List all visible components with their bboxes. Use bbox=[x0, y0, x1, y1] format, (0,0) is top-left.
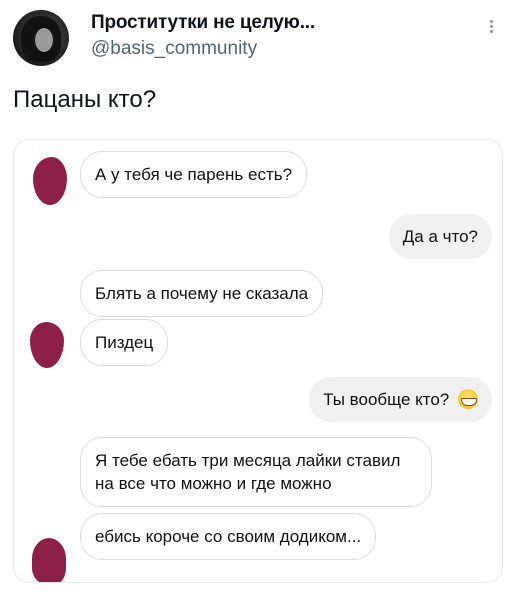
message-text: Да а что? bbox=[402, 227, 478, 246]
message-bubble-outgoing: Да а что? bbox=[388, 214, 492, 259]
message-text: ебись короче со своим додиком... bbox=[95, 527, 362, 546]
message-bubble-incoming: Блять а почему не сказала bbox=[80, 270, 324, 317]
chat-screenshot-media[interactable]: А у тебя че парень есть? Да а что? Блять… bbox=[13, 139, 503, 583]
message-text: А у тебя че парень есть? bbox=[95, 165, 293, 184]
message-bubble-incoming: Я тебе ебать три месяца лайки ставил на … bbox=[80, 437, 432, 507]
more-options-icon[interactable] bbox=[483, 18, 499, 44]
message-text: Ты вообще кто? bbox=[323, 390, 450, 409]
sender-avatar-redacted bbox=[32, 538, 66, 582]
sender-avatar-redacted bbox=[30, 322, 64, 368]
message-text: Я тебе ебать три месяца лайки ставил на … bbox=[95, 451, 401, 493]
tweet-text: Пацаны кто? bbox=[13, 86, 157, 113]
message-bubble-incoming: Пиздец bbox=[80, 319, 169, 366]
message-bubble-incoming: А у тебя че парень есть? bbox=[80, 151, 308, 198]
message-bubble-incoming: ебись короче со своим додиком... bbox=[80, 513, 377, 560]
profile-avatar[interactable] bbox=[13, 10, 69, 66]
message-bubble-outgoing: Ты вообще кто? bbox=[309, 377, 492, 422]
message-text: Пиздец bbox=[95, 333, 154, 352]
user-handle[interactable]: @basis_community bbox=[91, 38, 257, 60]
display-name[interactable]: Проститутки не целую... bbox=[91, 12, 315, 34]
tweet-header: Проститутки не целую... @basis_community bbox=[0, 0, 517, 80]
message-text: Блять а почему не сказала bbox=[95, 284, 309, 303]
avatar-face bbox=[35, 28, 53, 52]
sender-avatar-redacted bbox=[33, 157, 67, 205]
grinning-face-icon bbox=[458, 389, 478, 409]
